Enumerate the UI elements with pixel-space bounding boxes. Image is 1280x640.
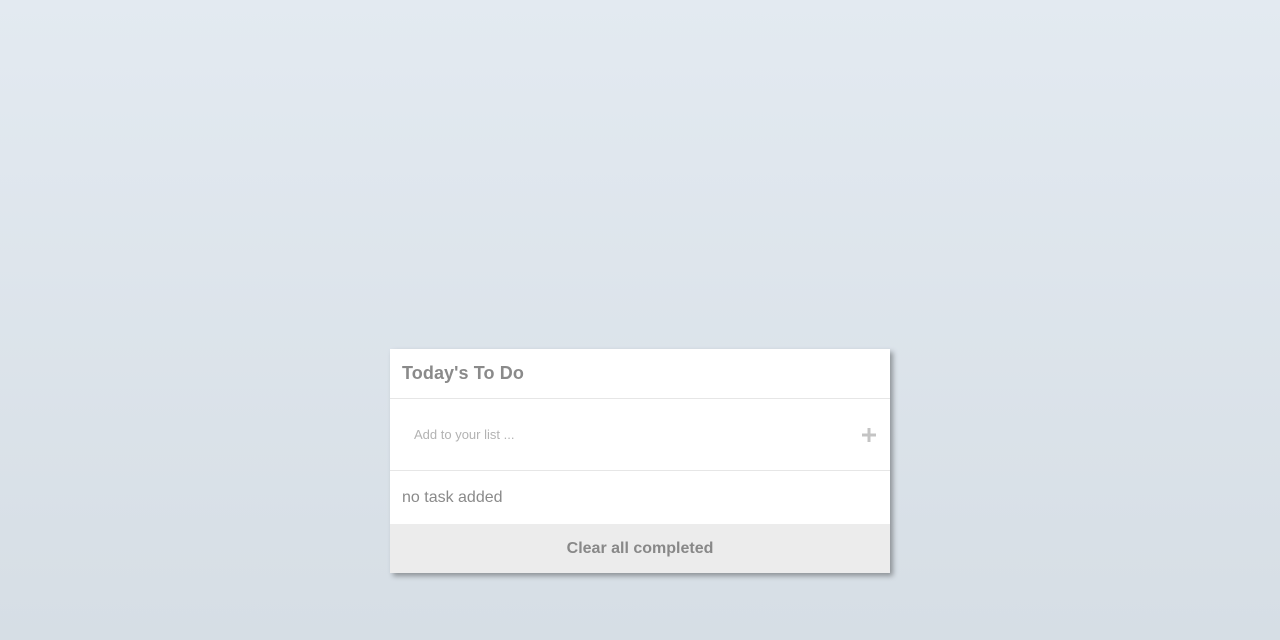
add-task-button[interactable] [860, 426, 878, 444]
empty-list-message: no task added [402, 488, 503, 506]
plus-icon [862, 427, 876, 442]
clear-completed-button[interactable]: Clear all completed [390, 524, 890, 573]
todo-card: Today's To Do no task added Clear all co… [390, 349, 890, 573]
add-task-input[interactable] [414, 419, 860, 450]
add-task-row [390, 399, 890, 471]
page-title: Today's To Do [402, 363, 524, 383]
card-header: Today's To Do [390, 349, 890, 399]
task-list: no task added [390, 471, 890, 524]
